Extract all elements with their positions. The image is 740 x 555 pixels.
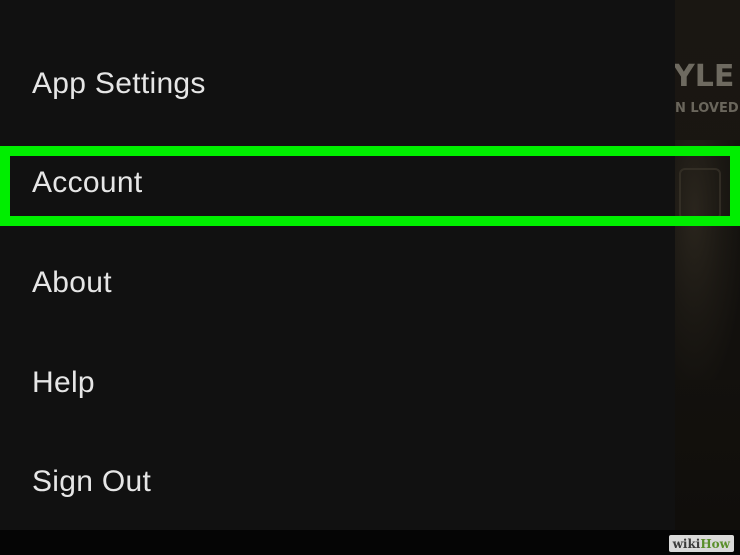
menu-item-label: Account bbox=[32, 166, 143, 199]
menu-item-label: Help bbox=[32, 366, 95, 399]
app-screen: YLE N LOVED App Settings Account About H… bbox=[0, 0, 740, 555]
bottom-bar bbox=[0, 530, 740, 555]
menu-item-label: App Settings bbox=[32, 67, 206, 100]
menu-item-app-settings[interactable]: App Settings bbox=[0, 44, 675, 124]
wikihow-watermark: wiki How bbox=[668, 535, 734, 552]
background-subtitle-text: N LOVED bbox=[675, 101, 739, 116]
menu-item-label: Sign Out bbox=[32, 465, 152, 498]
background-glasses-shape bbox=[679, 168, 721, 220]
menu-item-label: About bbox=[32, 266, 112, 299]
menu-item-about[interactable]: About bbox=[0, 243, 675, 323]
menu-item-help[interactable]: Help bbox=[0, 343, 675, 423]
watermark-how-text: How bbox=[700, 536, 730, 551]
menu-item-account[interactable]: Account bbox=[0, 143, 675, 223]
menu-item-sign-out[interactable]: Sign Out bbox=[0, 442, 675, 522]
watermark-wiki-text: wiki bbox=[672, 536, 701, 551]
background-title-text: YLE bbox=[675, 59, 735, 94]
background-content: YLE N LOVED bbox=[675, 0, 740, 530]
navigation-drawer: App Settings Account About Help Sign Out bbox=[0, 0, 675, 530]
